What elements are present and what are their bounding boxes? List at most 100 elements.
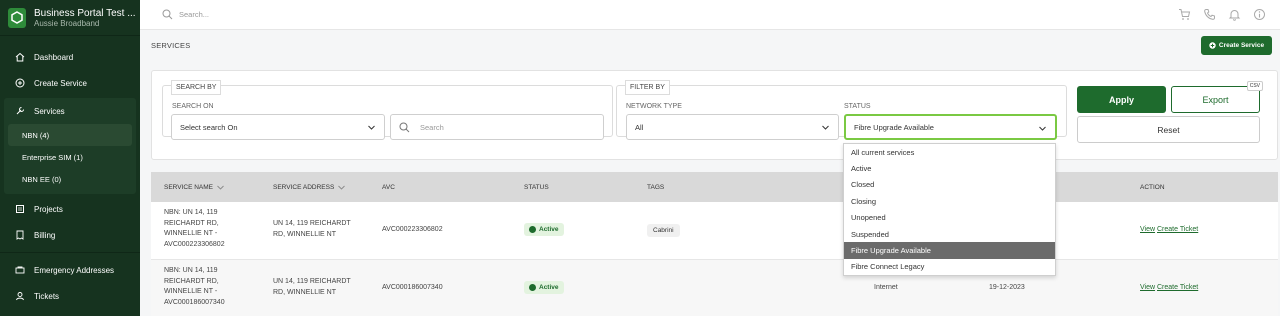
tag-chip: Cabrini bbox=[647, 224, 680, 237]
service-name-line: NBN: UN 14, 119 bbox=[164, 267, 218, 274]
bell-icon[interactable] bbox=[1228, 8, 1241, 21]
sidebar-subitem-label: NBN EE (0) bbox=[22, 174, 62, 184]
view-link[interactable]: View bbox=[1140, 226, 1155, 233]
search-on-value: Select search On bbox=[180, 122, 238, 132]
status-option-fibre-connect-legacy[interactable]: Fibre Connect Legacy bbox=[844, 259, 1055, 275]
column-header-label: SERVICE NAME bbox=[164, 183, 214, 191]
status-option-all-current[interactable]: All current services bbox=[844, 144, 1055, 160]
service-name-line: REICHARDT RD, bbox=[164, 219, 219, 227]
create-ticket-link[interactable]: Create Ticket bbox=[1157, 284, 1198, 291]
status-badge-label: Active bbox=[539, 226, 559, 233]
phone-icon[interactable] bbox=[1203, 8, 1216, 21]
avc-cell: AVC000223306802 bbox=[382, 226, 443, 233]
status-select[interactable]: Fibre Upgrade Available bbox=[844, 114, 1057, 140]
service-name-line: WINNELLIE NT - bbox=[164, 230, 218, 237]
column-header-service-address[interactable]: SERVICE ADDRESS bbox=[273, 183, 346, 192]
sidebar-divider bbox=[0, 252, 140, 253]
search-icon bbox=[162, 9, 173, 20]
column-header-tags: TAGS bbox=[647, 183, 665, 191]
sidebar-item-label: Services bbox=[34, 106, 65, 116]
export-button[interactable]: Export CSV bbox=[1171, 81, 1263, 113]
status-option-fibre-upgrade-available[interactable]: Fibre Upgrade Available bbox=[844, 242, 1055, 259]
service-name-cell: NBN: UN 14, 119 REICHARDT RD, WINNELLIE … bbox=[164, 208, 225, 250]
service-type-cell: Internet bbox=[874, 284, 898, 291]
plus-circle-icon bbox=[1209, 42, 1216, 49]
search-by-legend: SEARCH BY bbox=[171, 80, 222, 95]
status-label: STATUS bbox=[844, 103, 871, 110]
column-header-action: ACTION bbox=[1140, 183, 1165, 191]
services-group: Services NBN (4) Enterprise SIM (1) NBN … bbox=[4, 98, 136, 194]
service-name-line: AVC000186007340 bbox=[164, 298, 225, 306]
status-badge: Active bbox=[524, 223, 564, 236]
sidebar-item-dashboard[interactable]: Dashboard bbox=[0, 44, 140, 70]
cart-icon[interactable] bbox=[1178, 8, 1191, 21]
sidebar-item-services[interactable]: Services bbox=[4, 98, 136, 124]
check-icon bbox=[529, 284, 536, 291]
table-row: NBN: UN 14, 119 REICHARDT RD, WINNELLIE … bbox=[151, 260, 1278, 316]
main-content: SERVICES Create Service SEARCH BY SEARCH… bbox=[140, 30, 1280, 316]
sidebar-subitem-nbn-ee[interactable]: NBN EE (0) bbox=[4, 168, 136, 190]
action-cell: View Create Ticket bbox=[1140, 225, 1198, 236]
sidebar-item-create-service[interactable]: Create Service bbox=[0, 70, 140, 96]
check-icon bbox=[529, 226, 536, 233]
sidebar-subitem-enterprise-sim[interactable]: Enterprise SIM (1) bbox=[4, 146, 136, 168]
status-option-active[interactable]: Active bbox=[844, 160, 1055, 176]
network-type-label: NETWORK TYPE bbox=[626, 103, 682, 110]
network-type-select[interactable]: All bbox=[626, 114, 839, 140]
status-option-suspended[interactable]: Suspended bbox=[844, 226, 1055, 242]
sidebar-item-tickets[interactable]: Tickets bbox=[0, 283, 140, 309]
global-search-input[interactable]: Search... bbox=[162, 9, 209, 20]
view-link[interactable]: View bbox=[1140, 284, 1155, 291]
services-table: SERVICE NAME SERVICE ADDRESS AVC STATUS … bbox=[151, 172, 1278, 316]
service-address-line: RD, WINNELLIE NT bbox=[273, 288, 337, 296]
search-input-placeholder: Search bbox=[420, 122, 444, 132]
projects-icon bbox=[14, 203, 26, 215]
billing-icon bbox=[14, 229, 26, 241]
brand[interactable]: Business Portal Test ... Aussie Broadban… bbox=[0, 0, 140, 36]
emergency-icon bbox=[14, 264, 26, 276]
sidebar-item-label: Dashboard bbox=[34, 52, 74, 62]
sidebar-item-billing[interactable]: Billing bbox=[0, 222, 140, 248]
reset-button[interactable]: Reset bbox=[1077, 116, 1260, 143]
column-header-service-name[interactable]: SERVICE NAME bbox=[164, 183, 225, 192]
plus-circle-icon bbox=[14, 77, 26, 89]
sidebar-item-label: Billing bbox=[34, 230, 56, 240]
create-ticket-link[interactable]: Create Ticket bbox=[1157, 226, 1198, 233]
brand-subtitle: Aussie Broadband bbox=[34, 18, 100, 28]
sidebar-subitem-nbn[interactable]: NBN (4) bbox=[8, 124, 132, 146]
search-on-select[interactable]: Select search On bbox=[171, 114, 385, 140]
service-address-line: RD, WINNELLIE NT bbox=[273, 230, 337, 238]
status-select-value: Fibre Upgrade Available bbox=[854, 122, 934, 132]
info-icon[interactable] bbox=[1253, 8, 1266, 21]
sidebar: Business Portal Test ... Aussie Broadban… bbox=[0, 0, 140, 316]
action-cell: View Create Ticket bbox=[1140, 283, 1198, 294]
filter-panel: SEARCH BY SEARCH ON Select search On Sea… bbox=[151, 70, 1278, 160]
topbar: Search... bbox=[140, 0, 1280, 30]
chevron-down-icon bbox=[1039, 126, 1046, 131]
apply-button[interactable]: Apply bbox=[1077, 86, 1166, 113]
sidebar-item-emergency-addresses[interactable]: Emergency Addresses bbox=[0, 257, 140, 283]
service-address-line: UN 14, 119 REICHARDT bbox=[273, 220, 351, 227]
sidebar-item-label: Projects bbox=[34, 204, 63, 214]
chevron-down-icon bbox=[217, 185, 224, 190]
service-name-line: REICHARDT RD, bbox=[164, 277, 219, 285]
create-service-button[interactable]: Create Service bbox=[1201, 36, 1272, 55]
status-option-unopened[interactable]: Unopened bbox=[844, 210, 1055, 226]
tickets-icon bbox=[14, 290, 26, 302]
column-header-status: STATUS bbox=[524, 183, 549, 191]
column-header-label: SERVICE ADDRESS bbox=[273, 183, 335, 191]
service-name-line: WINNELLIE NT - bbox=[164, 288, 218, 295]
service-name-cell: NBN: UN 14, 119 REICHARDT RD, WINNELLIE … bbox=[164, 266, 225, 308]
status-dropdown-menu: All current services Active Closed Closi… bbox=[843, 143, 1056, 277]
service-address-cell: UN 14, 119 REICHARDT RD, WINNELLIE NT bbox=[273, 277, 351, 298]
chevron-down-icon bbox=[368, 125, 375, 130]
sidebar-item-label: Tickets bbox=[34, 291, 60, 301]
service-name-line: AVC000223306802 bbox=[164, 240, 225, 248]
csv-badge: CSV bbox=[1246, 81, 1263, 91]
status-option-closing[interactable]: Closing bbox=[844, 193, 1055, 209]
sidebar-item-projects[interactable]: Projects bbox=[0, 196, 140, 222]
search-input[interactable]: Search bbox=[390, 114, 604, 140]
create-service-label: Create Service bbox=[1218, 42, 1265, 49]
status-option-closed[interactable]: Closed bbox=[844, 177, 1055, 193]
home-icon bbox=[14, 51, 26, 63]
